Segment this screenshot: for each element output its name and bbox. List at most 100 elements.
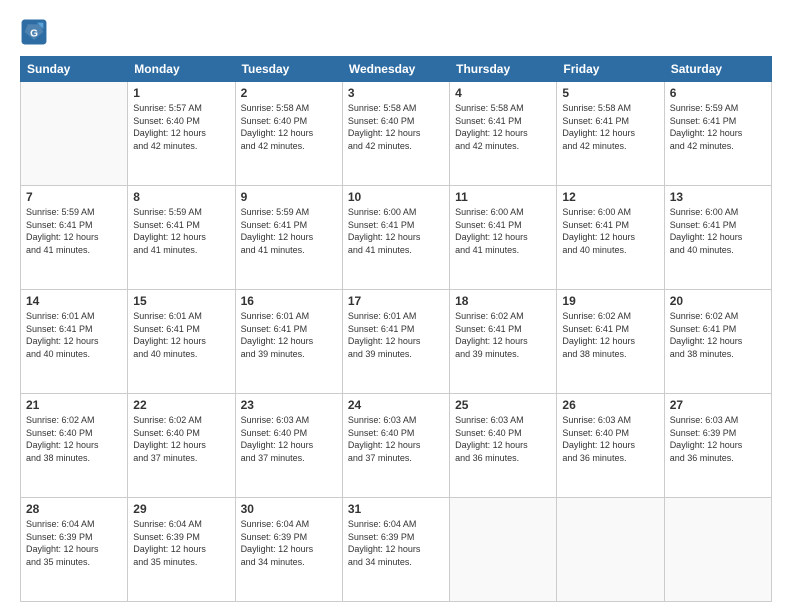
- logo: G: [20, 18, 52, 46]
- day-number: 2: [241, 86, 337, 100]
- day-info: Sunrise: 5:59 AM Sunset: 6:41 PM Dayligh…: [26, 206, 122, 256]
- day-info: Sunrise: 6:03 AM Sunset: 6:40 PM Dayligh…: [562, 414, 658, 464]
- day-info: Sunrise: 6:01 AM Sunset: 6:41 PM Dayligh…: [26, 310, 122, 360]
- calendar-cell: 1 Sunrise: 5:57 AM Sunset: 6:40 PM Daylig…: [128, 82, 235, 186]
- calendar-cell: 10 Sunrise: 6:00 AM Sunset: 6:41 PM Dayli…: [342, 186, 449, 290]
- day-info: Sunrise: 5:58 AM Sunset: 6:40 PM Dayligh…: [241, 102, 337, 152]
- calendar-header-thursday: Thursday: [450, 57, 557, 82]
- calendar-cell: 18Sunrise: 6:02 AM Sunset: 6:41 PM Dayli…: [450, 290, 557, 394]
- calendar-week-2: 14 Sunrise: 6:01 AM Sunset: 6:41 PM Dayli…: [21, 290, 772, 394]
- day-info: Sunrise: 6:00 AM Sunset: 6:41 PM Dayligh…: [348, 206, 444, 256]
- day-info: Sunrise: 6:03 AM Sunset: 6:39 PM Dayligh…: [670, 414, 766, 464]
- calendar-cell: [664, 498, 771, 602]
- day-number: 7: [26, 190, 122, 204]
- day-number: 14: [26, 294, 122, 308]
- calendar-cell: 31 Sunrise: 6:04 AM Sunset: 6:39 PM Dayli…: [342, 498, 449, 602]
- day-info: Sunrise: 6:04 AM Sunset: 6:39 PM Dayligh…: [348, 518, 444, 568]
- calendar-header-row: SundayMondayTuesdayWednesdayThursdayFrid…: [21, 57, 772, 82]
- day-info: Sunrise: 6:04 AM Sunset: 6:39 PM Dayligh…: [26, 518, 122, 568]
- calendar-cell: 4Sunrise: 5:58 AM Sunset: 6:41 PM Daylig…: [450, 82, 557, 186]
- day-number: 5: [562, 86, 658, 100]
- calendar-cell: 2 Sunrise: 5:58 AM Sunset: 6:40 PM Daylig…: [235, 82, 342, 186]
- day-number: 25: [455, 398, 551, 412]
- day-number: 12: [562, 190, 658, 204]
- day-number: 30: [241, 502, 337, 516]
- day-info: Sunrise: 6:03 AM Sunset: 6:40 PM Dayligh…: [241, 414, 337, 464]
- day-info: Sunrise: 6:00 AM Sunset: 6:41 PM Dayligh…: [670, 206, 766, 256]
- day-number: 15: [133, 294, 229, 308]
- day-info: Sunrise: 6:01 AM Sunset: 6:41 PM Dayligh…: [348, 310, 444, 360]
- day-info: Sunrise: 5:59 AM Sunset: 6:41 PM Dayligh…: [241, 206, 337, 256]
- calendar-cell: 21 Sunrise: 6:02 AM Sunset: 6:40 PM Dayli…: [21, 394, 128, 498]
- day-number: 16: [241, 294, 337, 308]
- day-number: 29: [133, 502, 229, 516]
- day-info: Sunrise: 5:58 AM Sunset: 6:41 PM Dayligh…: [562, 102, 658, 152]
- calendar-header-monday: Monday: [128, 57, 235, 82]
- calendar-cell: 22 Sunrise: 6:02 AM Sunset: 6:40 PM Dayli…: [128, 394, 235, 498]
- day-info: Sunrise: 5:59 AM Sunset: 6:41 PM Dayligh…: [133, 206, 229, 256]
- calendar-cell: 7 Sunrise: 5:59 AM Sunset: 6:41 PM Daylig…: [21, 186, 128, 290]
- calendar-cell: 16 Sunrise: 6:01 AM Sunset: 6:41 PM Dayli…: [235, 290, 342, 394]
- calendar-header-wednesday: Wednesday: [342, 57, 449, 82]
- day-info: Sunrise: 6:00 AM Sunset: 6:41 PM Dayligh…: [455, 206, 551, 256]
- calendar-cell: [450, 498, 557, 602]
- day-number: 20: [670, 294, 766, 308]
- day-number: 9: [241, 190, 337, 204]
- calendar-cell: 17 Sunrise: 6:01 AM Sunset: 6:41 PM Dayli…: [342, 290, 449, 394]
- day-number: 19: [562, 294, 658, 308]
- calendar-cell: 19 Sunrise: 6:02 AM Sunset: 6:41 PM Dayli…: [557, 290, 664, 394]
- day-number: 24: [348, 398, 444, 412]
- day-number: 11: [455, 190, 551, 204]
- day-number: 8: [133, 190, 229, 204]
- day-info: Sunrise: 5:59 AM Sunset: 6:41 PM Dayligh…: [670, 102, 766, 152]
- calendar-table: SundayMondayTuesdayWednesdayThursdayFrid…: [20, 56, 772, 602]
- day-info: Sunrise: 6:02 AM Sunset: 6:41 PM Dayligh…: [670, 310, 766, 360]
- day-info: Sunrise: 6:02 AM Sunset: 6:40 PM Dayligh…: [26, 414, 122, 464]
- calendar-cell: 23 Sunrise: 6:03 AM Sunset: 6:40 PM Dayli…: [235, 394, 342, 498]
- calendar-header-tuesday: Tuesday: [235, 57, 342, 82]
- calendar-cell: [21, 82, 128, 186]
- calendar-cell: 26Sunrise: 6:03 AM Sunset: 6:40 PM Dayli…: [557, 394, 664, 498]
- day-number: 1: [133, 86, 229, 100]
- calendar-cell: 12Sunrise: 6:00 AM Sunset: 6:41 PM Dayli…: [557, 186, 664, 290]
- calendar-cell: 14 Sunrise: 6:01 AM Sunset: 6:41 PM Dayli…: [21, 290, 128, 394]
- day-number: 27: [670, 398, 766, 412]
- day-info: Sunrise: 5:58 AM Sunset: 6:40 PM Dayligh…: [348, 102, 444, 152]
- day-info: Sunrise: 6:02 AM Sunset: 6:41 PM Dayligh…: [562, 310, 658, 360]
- calendar-cell: 5 Sunrise: 5:58 AM Sunset: 6:41 PM Daylig…: [557, 82, 664, 186]
- day-number: 13: [670, 190, 766, 204]
- logo-icon: G: [20, 18, 48, 46]
- day-info: Sunrise: 6:03 AM Sunset: 6:40 PM Dayligh…: [455, 414, 551, 464]
- day-number: 21: [26, 398, 122, 412]
- day-info: Sunrise: 6:03 AM Sunset: 6:40 PM Dayligh…: [348, 414, 444, 464]
- calendar-week-4: 28Sunrise: 6:04 AM Sunset: 6:39 PM Dayli…: [21, 498, 772, 602]
- day-number: 23: [241, 398, 337, 412]
- calendar-cell: 15 Sunrise: 6:01 AM Sunset: 6:41 PM Dayli…: [128, 290, 235, 394]
- calendar-header-sunday: Sunday: [21, 57, 128, 82]
- calendar-week-1: 7 Sunrise: 5:59 AM Sunset: 6:41 PM Daylig…: [21, 186, 772, 290]
- calendar-cell: 28Sunrise: 6:04 AM Sunset: 6:39 PM Dayli…: [21, 498, 128, 602]
- svg-text:G: G: [30, 29, 38, 40]
- day-info: Sunrise: 6:02 AM Sunset: 6:40 PM Dayligh…: [133, 414, 229, 464]
- calendar-cell: 29 Sunrise: 6:04 AM Sunset: 6:39 PM Dayli…: [128, 498, 235, 602]
- calendar-cell: 13 Sunrise: 6:00 AM Sunset: 6:41 PM Dayli…: [664, 186, 771, 290]
- calendar-week-3: 21 Sunrise: 6:02 AM Sunset: 6:40 PM Dayli…: [21, 394, 772, 498]
- day-number: 22: [133, 398, 229, 412]
- day-number: 10: [348, 190, 444, 204]
- day-info: Sunrise: 6:01 AM Sunset: 6:41 PM Dayligh…: [241, 310, 337, 360]
- calendar-cell: 24 Sunrise: 6:03 AM Sunset: 6:40 PM Dayli…: [342, 394, 449, 498]
- day-info: Sunrise: 6:04 AM Sunset: 6:39 PM Dayligh…: [133, 518, 229, 568]
- day-info: Sunrise: 5:58 AM Sunset: 6:41 PM Dayligh…: [455, 102, 551, 152]
- page: G SundayMondayTuesdayWednesdayThursdayFr…: [0, 0, 792, 612]
- day-info: Sunrise: 6:02 AM Sunset: 6:41 PM Dayligh…: [455, 310, 551, 360]
- day-number: 17: [348, 294, 444, 308]
- day-info: Sunrise: 5:57 AM Sunset: 6:40 PM Dayligh…: [133, 102, 229, 152]
- calendar-cell: 11 Sunrise: 6:00 AM Sunset: 6:41 PM Dayli…: [450, 186, 557, 290]
- day-info: Sunrise: 6:01 AM Sunset: 6:41 PM Dayligh…: [133, 310, 229, 360]
- calendar-cell: 27 Sunrise: 6:03 AM Sunset: 6:39 PM Dayli…: [664, 394, 771, 498]
- calendar-header-saturday: Saturday: [664, 57, 771, 82]
- calendar-cell: 3Sunrise: 5:58 AM Sunset: 6:40 PM Daylig…: [342, 82, 449, 186]
- day-number: 6: [670, 86, 766, 100]
- day-number: 31: [348, 502, 444, 516]
- calendar-week-0: 1 Sunrise: 5:57 AM Sunset: 6:40 PM Daylig…: [21, 82, 772, 186]
